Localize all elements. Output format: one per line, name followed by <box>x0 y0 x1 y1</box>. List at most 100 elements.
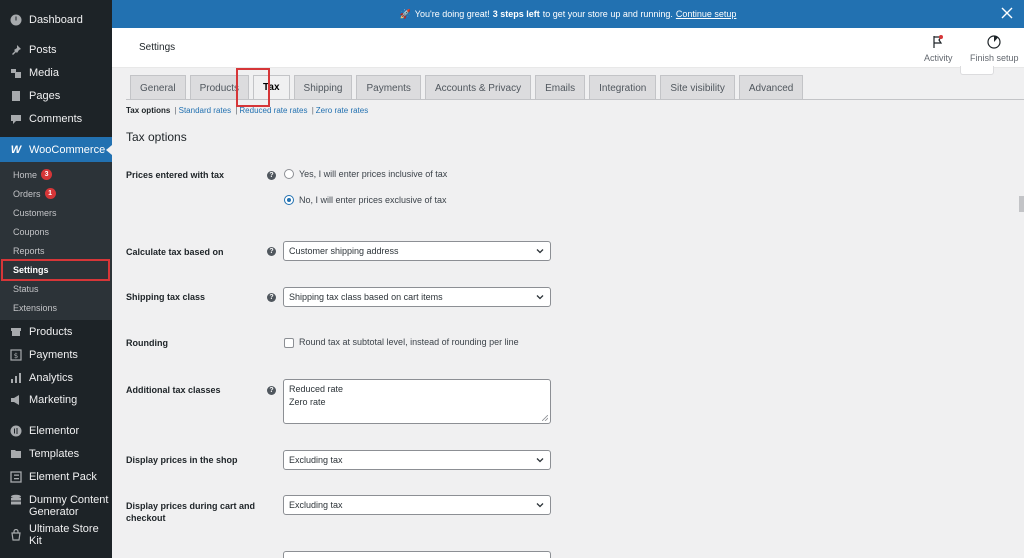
display-cart-select[interactable]: Excluding tax <box>283 495 551 515</box>
close-icon[interactable] <box>1000 6 1014 20</box>
activity-label: Activity <box>924 53 953 63</box>
prices-inclusive-label: Yes, I will enter prices inclusive of ta… <box>299 169 448 179</box>
subtab-zero-rate-rates[interactable]: Zero rate rates <box>316 106 368 115</box>
count-badge: 3 <box>41 169 53 180</box>
submenu-item-reports[interactable]: Reports <box>0 241 112 260</box>
menu-label: Ultimate Store Kit <box>29 523 99 547</box>
submenu-item-extensions[interactable]: Extensions <box>0 298 112 317</box>
submenu-label: Reports <box>13 245 45 256</box>
menu-item-dummy-content[interactable]: Dummy Content Generator <box>0 490 112 522</box>
finish-setup-label: Finish setup <box>970 53 1019 63</box>
notice-text: You're doing great! <box>414 9 490 19</box>
help-icon[interactable]: ? <box>267 247 276 256</box>
subtab-standard-rates[interactable]: Standard rates <box>179 106 231 115</box>
resize-handle-icon[interactable] <box>542 415 548 421</box>
submenu-item-status[interactable]: Status <box>0 279 112 298</box>
tab-integration[interactable]: Integration <box>589 75 657 100</box>
notice-steps-left: 3 steps left <box>492 9 540 19</box>
additional-tax-classes-textarea[interactable]: Reduced rate Zero rate <box>283 379 551 424</box>
notice-text-2: to get your store up and running. <box>542 9 673 19</box>
tab-tax[interactable]: Tax <box>253 75 290 100</box>
tab-site-visibility[interactable]: Site visibility <box>660 75 735 100</box>
menu-item-media[interactable]: Media <box>0 62 112 84</box>
separator: | <box>235 106 238 115</box>
bag-icon <box>10 529 22 541</box>
finish-setup-button[interactable]: Finish setup <box>970 32 1019 66</box>
help-tab[interactable] <box>960 66 994 75</box>
help-icon[interactable]: ? <box>267 293 276 302</box>
menu-item-elementor[interactable]: Elementor <box>0 420 112 442</box>
submenu-item-settings[interactable]: Settings <box>0 260 112 279</box>
tab-emails[interactable]: Emails <box>535 75 586 100</box>
tab-payments[interactable]: Payments <box>356 75 421 100</box>
submenu-item-orders[interactable]: Orders 1 <box>0 184 112 203</box>
megaphone-icon <box>10 394 22 406</box>
page-header: Settings Activity Finish setup <box>112 28 1024 68</box>
menu-item-element-pack[interactable]: Element Pack <box>0 466 112 488</box>
submenu-label: Settings <box>13 264 49 275</box>
submenu-label: Coupons <box>13 226 50 237</box>
menu-item-products[interactable]: Products <box>0 321 112 343</box>
chevron-down-icon <box>536 249 544 254</box>
elementor-icon <box>10 425 22 437</box>
help-icon[interactable]: ? <box>267 171 276 180</box>
tab-general[interactable]: General <box>130 75 186 100</box>
count-badge: 1 <box>44 188 56 199</box>
rounding-checkbox[interactable] <box>284 338 294 348</box>
subtab-tax-options[interactable]: Tax options <box>126 106 170 115</box>
menu-label: Templates <box>29 448 80 460</box>
menu-item-dashboard[interactable]: Dashboard <box>0 9 112 31</box>
menu-label: Media <box>29 67 59 79</box>
rounding-label: Rounding <box>126 338 168 348</box>
menu-item-posts[interactable]: Posts <box>0 39 112 61</box>
rocket-icon: 🚀 <box>399 8 411 19</box>
menu-item-pages[interactable]: Pages <box>0 85 112 107</box>
chevron-down-icon <box>536 503 544 508</box>
section-title: Tax options <box>126 130 187 144</box>
subtab-reduced-rate-rates[interactable]: Reduced rate rates <box>239 106 307 115</box>
submenu-item-home[interactable]: Home 3 <box>0 165 112 184</box>
display-cart-label: Display prices during cart and checkout <box>126 501 256 523</box>
calc-based-on-select[interactable]: Customer shipping address <box>283 241 551 261</box>
menu-label: Marketing <box>29 394 78 406</box>
submenu-label: Customers <box>13 207 57 218</box>
flag-icon <box>933 35 944 48</box>
display-shop-select[interactable]: Excluding tax <box>283 450 551 470</box>
chevron-down-icon <box>536 458 544 463</box>
menu-item-payments[interactable]: $ Payments <box>0 344 112 366</box>
menu-label: Pages <box>29 90 61 102</box>
shipping-tax-class-select[interactable]: Shipping tax class based on cart items <box>283 287 551 307</box>
tab-shipping[interactable]: Shipping <box>293 75 353 100</box>
tab-products[interactable]: Products <box>189 75 250 100</box>
prices-exclusive-radio[interactable] <box>284 195 294 205</box>
woocommerce-submenu: Home 3 Orders 1 Customers Coupons Report… <box>0 162 112 320</box>
help-icon[interactable]: ? <box>267 386 276 395</box>
submenu-item-customers[interactable]: Customers <box>0 203 112 222</box>
tab-accounts-privacy[interactable]: Accounts & Privacy <box>424 75 532 100</box>
current-menu-arrow <box>106 145 112 155</box>
continue-setup-link[interactable]: Continue setup <box>676 9 737 19</box>
separator: | <box>174 106 177 115</box>
submenu-label: Orders <box>13 188 41 199</box>
menu-label: Posts <box>29 44 57 56</box>
scrollbar-thumb[interactable] <box>1019 196 1024 212</box>
comment-icon <box>10 113 22 125</box>
menu-item-analytics[interactable]: Analytics <box>0 367 112 389</box>
menu-label: Element Pack <box>29 471 97 483</box>
prices-inclusive-radio[interactable] <box>284 169 294 179</box>
menu-item-ultimate-store-kit[interactable]: Ultimate Store Kit <box>0 523 112 547</box>
bar-chart-icon <box>10 372 22 384</box>
menu-item-marketing[interactable]: Marketing <box>0 389 112 411</box>
submenu-item-coupons[interactable]: Coupons <box>0 222 112 241</box>
settings-tabs: General Products Tax Shipping Payments A… <box>130 75 807 100</box>
tab-advanced[interactable]: Advanced <box>738 75 804 100</box>
menu-item-woocommerce[interactable]: W WooCommerce <box>0 137 112 163</box>
menu-item-templates[interactable]: Templates <box>0 443 112 465</box>
menu-item-comments[interactable]: Comments <box>0 108 112 130</box>
menu-label: Dashboard <box>29 14 83 26</box>
page-icon <box>10 90 22 102</box>
activity-button[interactable]: Activity <box>924 32 953 66</box>
additional-tax-classes-label: Additional tax classes <box>126 385 221 395</box>
next-field-select[interactable] <box>283 551 551 558</box>
submenu-label: Extensions <box>13 302 58 313</box>
